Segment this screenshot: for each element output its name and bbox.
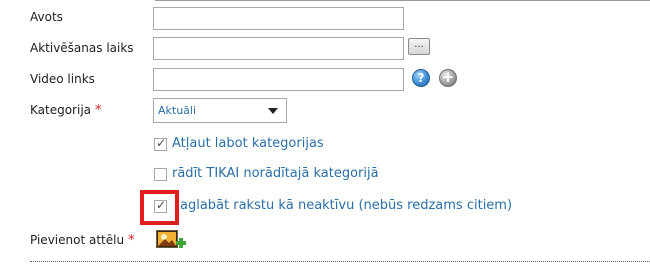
required-mark: *	[128, 233, 135, 248]
video-link-input[interactable]	[153, 68, 404, 91]
add-image-icon[interactable]	[156, 230, 188, 252]
allow-edit-categories-checkbox[interactable]: ✓	[154, 136, 167, 151]
category-label: Kategorija *	[30, 103, 102, 118]
check-icon: ✓	[156, 198, 167, 212]
check-icon: ✓	[156, 136, 167, 150]
top-divider	[155, 0, 650, 1]
chevron-down-icon	[268, 108, 278, 114]
video-link-label: Video links	[30, 72, 95, 86]
category-label-text: Kategorija	[30, 103, 92, 117]
bottom-divider	[30, 261, 650, 262]
source-label: Avots	[30, 10, 63, 24]
category-select[interactable]: Aktuāli	[153, 98, 287, 123]
category-selected-value: Aktuāli	[158, 104, 197, 117]
activation-time-label: Aktivēšanas laiks	[30, 41, 134, 55]
date-picker-button[interactable]: ...	[408, 38, 430, 55]
save-inactive-label[interactable]: aglabāt rakstu kā neaktīvu (nebūs redzam…	[180, 198, 512, 213]
show-only-in-category-checkbox[interactable]	[154, 168, 167, 181]
allow-edit-categories-label[interactable]: Atļaut labot kategorijas	[172, 136, 324, 151]
add-image-label: Pievienot attēlu *	[30, 233, 135, 248]
activation-time-input[interactable]	[153, 37, 404, 60]
save-inactive-checkbox[interactable]: ✓	[154, 198, 167, 213]
source-input[interactable]	[153, 7, 404, 30]
help-icon[interactable]: ?	[412, 69, 430, 87]
add-image-label-text: Pievienot attēlu	[30, 233, 125, 247]
show-only-in-category-label[interactable]: rādīt TIKAI norādītajā kategorijā	[172, 166, 379, 181]
add-icon[interactable]: +	[439, 69, 457, 87]
required-mark: *	[95, 103, 102, 118]
